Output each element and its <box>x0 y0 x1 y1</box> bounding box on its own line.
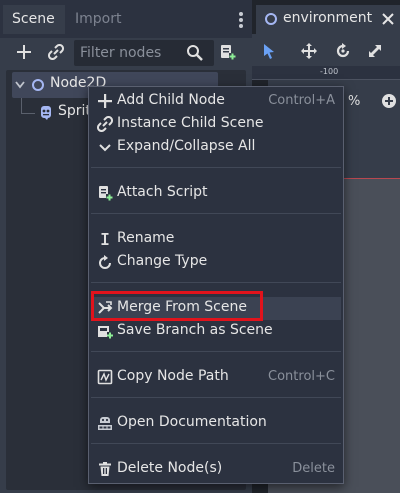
ruler-label: -100 <box>320 67 339 76</box>
copy-path-icon <box>97 369 113 385</box>
tab-scene[interactable]: Scene <box>3 5 65 34</box>
menu-item-attach-script[interactable]: Attach Script <box>91 182 341 205</box>
attach-script-icon[interactable] <box>218 42 238 62</box>
horizontal-ruler: -100 <box>252 66 400 80</box>
menu-item-label: Copy Node Path <box>117 368 229 384</box>
scene-tab-environment[interactable]: environment <box>256 5 400 34</box>
rotate-tool-icon[interactable] <box>334 42 352 60</box>
menu-item-label: Save Branch as Scene <box>117 322 273 338</box>
node2d-icon <box>265 13 277 25</box>
tab-import[interactable]: Import <box>66 5 136 34</box>
filter-box <box>74 40 214 66</box>
menu-item-label: Expand/Collapse All <box>117 138 256 154</box>
menu-item-label: Rename <box>117 230 175 246</box>
tree-item-sprite[interactable]: Sprite <box>36 100 100 126</box>
add-node-icon[interactable] <box>14 42 34 62</box>
menu-item-label: Delete Node(s) <box>117 460 223 476</box>
menu-item-shortcut: Control+C <box>268 369 335 384</box>
node2d-icon <box>32 79 44 91</box>
menu-separator <box>91 213 341 214</box>
rotate-icon <box>97 254 113 270</box>
menu-item-label: Attach Script <box>117 184 208 200</box>
menu-item-shortcut: Control+A <box>268 93 335 108</box>
menu-item-open-documentation[interactable]: Open Documentation <box>91 412 341 435</box>
zoom-label: % <box>348 94 361 109</box>
menu-item-rename[interactable]: Rename <box>91 228 341 251</box>
zoom-in-icon[interactable] <box>382 94 396 108</box>
menu-item-save-branch-as-scene[interactable]: Save Branch as Scene <box>91 320 341 343</box>
documentation-icon <box>97 415 113 431</box>
menu-separator <box>91 443 341 444</box>
move-icon[interactable] <box>300 42 318 60</box>
select-arrow-icon[interactable] <box>260 42 278 60</box>
filter-nodes-input[interactable] <box>80 40 180 66</box>
menu-item-delete-nodes[interactable]: Delete Node(s) Delete <box>91 458 341 481</box>
menu-separator <box>91 397 341 398</box>
menu-separator <box>91 282 341 283</box>
trash-icon <box>97 461 113 477</box>
context-menu: Add Child Node Control+A Instance Child … <box>88 86 344 484</box>
close-icon[interactable] <box>380 11 396 27</box>
menu-item-label: Open Documentation <box>117 414 267 430</box>
link-icon <box>96 115 114 133</box>
instance-link-icon[interactable] <box>46 42 66 62</box>
menu-item-instance-child-scene[interactable]: Instance Child Scene <box>91 113 341 136</box>
menu-separator <box>91 351 341 352</box>
canvas-toolbar <box>252 34 400 66</box>
menu-item-copy-node-path[interactable]: Copy Node Path Control+C <box>91 366 341 389</box>
text-cursor-icon <box>97 231 113 247</box>
menu-item-label: Instance Child Scene <box>117 115 264 131</box>
menu-item-label: Add Child Node <box>117 92 225 108</box>
menu-item-expand-collapse-all[interactable]: Expand/Collapse All <box>91 136 341 159</box>
sprite-icon <box>38 105 54 121</box>
menu-item-change-type[interactable]: Change Type <box>91 251 341 274</box>
search-icon <box>186 44 204 62</box>
tree-connector <box>21 98 35 114</box>
script-add-icon <box>97 185 113 201</box>
dock-tab-bar: Scene Import <box>0 0 252 38</box>
menu-item-label: Change Type <box>117 253 208 269</box>
chevron-down-icon <box>97 139 113 155</box>
scene-tab-label: environment <box>283 10 373 26</box>
highlight-annotation-box <box>91 291 263 321</box>
add-icon <box>97 93 113 109</box>
menu-item-add-child-node[interactable]: Add Child Node Control+A <box>91 90 341 113</box>
dock-menu-icon[interactable] <box>238 12 244 28</box>
menu-separator <box>91 167 341 168</box>
expand-arrow-icon[interactable] <box>14 78 26 92</box>
save-branch-icon <box>97 323 113 339</box>
menu-item-shortcut: Delete <box>292 461 335 476</box>
scale-icon[interactable] <box>366 42 384 60</box>
scene-toolbar <box>0 38 252 66</box>
